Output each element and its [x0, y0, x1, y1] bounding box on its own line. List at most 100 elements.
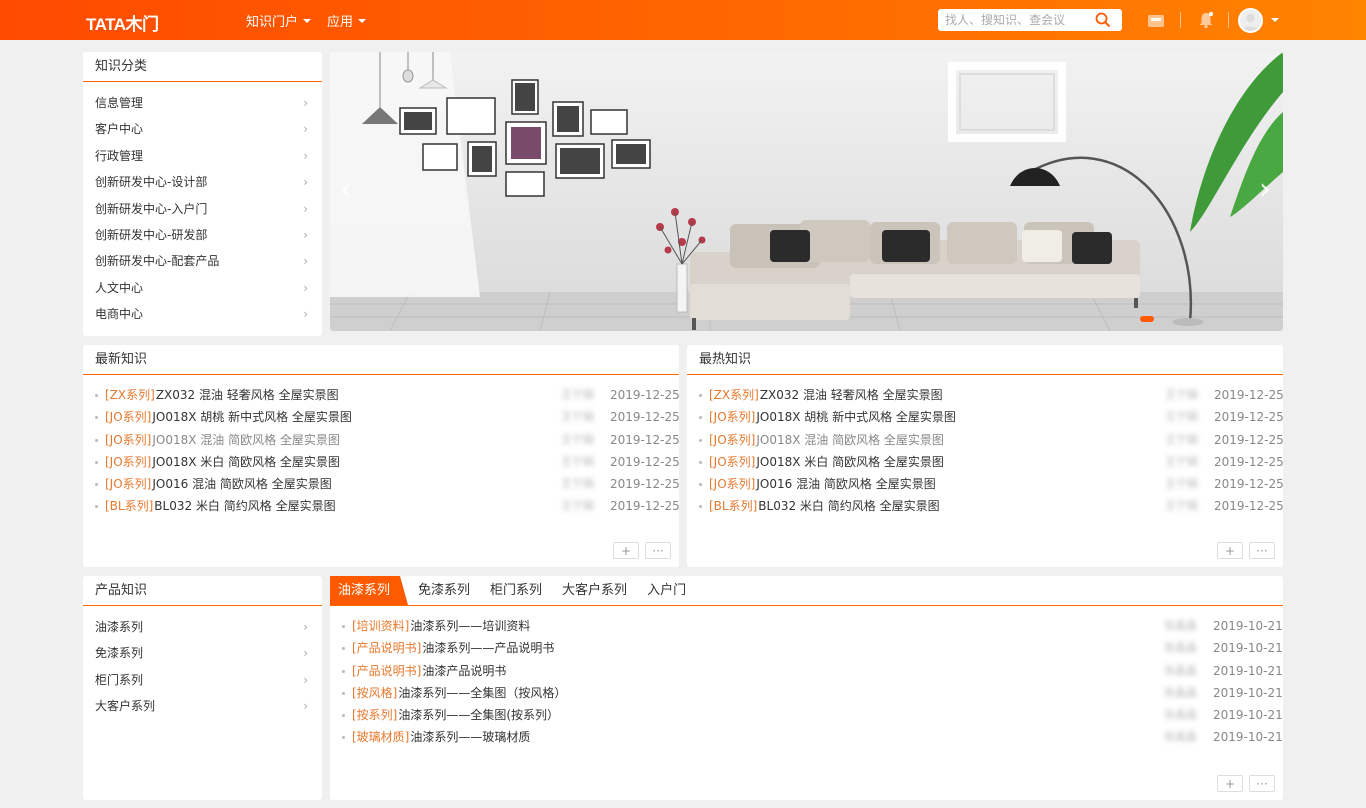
- item-tag[interactable]: [JO系列]: [105, 410, 151, 424]
- chevron-down-icon[interactable]: [1271, 18, 1279, 22]
- item-tag[interactable]: [产品说明书]: [352, 641, 421, 655]
- product-category-item[interactable]: 大客户系列 ›: [83, 693, 322, 719]
- banner-prev-arrow[interactable]: ‹: [340, 172, 352, 207]
- list-item[interactable]: [JO系列]JO016 混油 简欧风格 全屋实景图 王宁娟 2019-12-25: [95, 473, 680, 495]
- list-item[interactable]: [培训资料]油漆系列——培训资料 张晶晶 2019-10-21: [342, 615, 1283, 637]
- item-title[interactable]: 油漆产品说明书: [422, 664, 506, 678]
- nav-apps[interactable]: 应用: [327, 11, 367, 30]
- more-button[interactable]: ···: [645, 542, 671, 559]
- product-tabs-panel: 油漆系列 免漆系列 柜门系列 大客户系列 入户门 [培训资料]油漆系列——培训资料 张晶晶…: [330, 576, 1283, 800]
- add-button[interactable]: +: [613, 542, 639, 559]
- list-item[interactable]: [ZX系列]ZX032 混油 轻奢风格 全屋实景图 王宁娟 2019-12-25: [95, 384, 680, 406]
- item-title[interactable]: JO018X 胡桃 新中式风格 全屋实景图: [152, 410, 352, 424]
- list-item[interactable]: [JO系列]JO018X 胡桃 新中式风格 全屋实景图 王宁娟 2019-12-25: [95, 406, 680, 428]
- item-title[interactable]: 油漆系列——全集图（按风格）: [398, 686, 566, 700]
- product-category-item[interactable]: 免漆系列 ›: [83, 640, 322, 666]
- list-item[interactable]: [产品说明书]油漆系列——产品说明书 张晶晶 2019-10-21: [342, 637, 1283, 659]
- item-tag[interactable]: [JO系列]: [709, 455, 755, 469]
- list-item[interactable]: [JO系列]JO016 混油 简欧风格 全屋实景图 王宁娟 2019-12-25: [699, 473, 1284, 495]
- item-title[interactable]: JO018X 米白 简欧风格 全屋实景图: [756, 455, 944, 469]
- message-box-icon[interactable]: [1147, 11, 1165, 32]
- item-tag[interactable]: [ZX系列]: [709, 388, 759, 402]
- list-item[interactable]: [JO系列]JO018X 米白 简欧风格 全屋实景图 王宁娟 2019-12-25: [95, 451, 680, 473]
- item-date: 2019-12-25: [610, 410, 680, 425]
- panel-footer-actions: + ···: [1217, 542, 1275, 559]
- banner-next-arrow[interactable]: ›: [1259, 172, 1271, 207]
- more-button[interactable]: ···: [1249, 775, 1275, 792]
- category-item[interactable]: 行政管理 ›: [83, 143, 322, 169]
- tab-item[interactable]: 大客户系列: [554, 576, 635, 605]
- search-button[interactable]: [1088, 9, 1118, 31]
- item-title[interactable]: 油漆系列——培训资料: [410, 619, 530, 633]
- tab-item[interactable]: 柜门系列: [482, 576, 550, 605]
- item-title[interactable]: 油漆系列——全集图(按系列）: [398, 708, 559, 722]
- category-item[interactable]: 信息管理 ›: [83, 90, 322, 116]
- item-tag[interactable]: [JO系列]: [709, 410, 755, 424]
- item-title[interactable]: 油漆系列——玻璃材质: [410, 730, 530, 744]
- search-input[interactable]: [938, 10, 1088, 30]
- item-title[interactable]: JO018X 胡桃 新中式风格 全屋实景图: [756, 410, 956, 424]
- category-item[interactable]: 创新研发中心-入户门 ›: [83, 196, 322, 222]
- list-item[interactable]: [JO系列]JO018X 混油 简欧风格 全屋实景图 王宁娟 2019-12-25: [699, 429, 1284, 451]
- list-item[interactable]: [玻璃材质]油漆系列——玻璃材质 张晶晶 2019-10-21: [342, 726, 1283, 748]
- category-item[interactable]: 客户中心 ›: [83, 116, 322, 142]
- tab-item[interactable]: 油漆系列: [330, 576, 409, 605]
- avatar[interactable]: [1238, 8, 1263, 33]
- item-title[interactable]: JO018X 混油 简欧风格 全屋实景图: [152, 433, 340, 447]
- item-title[interactable]: JO016 混油 简欧风格 全屋实景图: [152, 477, 331, 491]
- list-item[interactable]: [ZX系列]ZX032 混油 轻奢风格 全屋实景图 王宁娟 2019-12-25: [699, 384, 1284, 406]
- item-tag[interactable]: [JO系列]: [709, 433, 755, 447]
- item-title[interactable]: BL032 米白 简约风格 全屋实景图: [758, 499, 939, 513]
- item-tag[interactable]: [BL系列]: [709, 499, 757, 513]
- product-category-item-label: 油漆系列: [95, 620, 144, 634]
- item-title[interactable]: JO018X 混油 简欧风格 全屋实景图: [756, 433, 944, 447]
- list-item[interactable]: [按风格]油漆系列——全集图（按风格） 张晶晶 2019-10-21: [342, 682, 1283, 704]
- nav-apps-label: 应用: [327, 15, 354, 30]
- category-item[interactable]: 创新研发中心-配套产品 ›: [83, 248, 322, 274]
- divider: [1180, 12, 1181, 28]
- bullet-icon: [699, 438, 702, 442]
- nav-knowledge-portal[interactable]: 知识门户: [246, 11, 312, 30]
- list-item[interactable]: [BL系列]BL032 米白 简约风格 全屋实景图 王宁娟 2019-12-25: [699, 495, 1284, 517]
- item-tag[interactable]: [产品说明书]: [352, 664, 421, 678]
- bell-icon[interactable]: [1197, 11, 1215, 32]
- item-tag[interactable]: [JO系列]: [105, 433, 151, 447]
- list-item[interactable]: [产品说明书]油漆产品说明书 张晶晶 2019-10-21: [342, 660, 1283, 682]
- item-tag[interactable]: [JO系列]: [709, 477, 755, 491]
- category-item[interactable]: 人文中心 ›: [83, 275, 322, 301]
- item-tag[interactable]: [玻璃材质]: [352, 730, 409, 744]
- item-tag[interactable]: [ZX系列]: [105, 388, 155, 402]
- item-title[interactable]: JO018X 米白 简欧风格 全屋实景图: [152, 455, 340, 469]
- tab-item[interactable]: 免漆系列: [410, 576, 478, 605]
- item-title[interactable]: JO016 混油 简欧风格 全屋实景图: [756, 477, 935, 491]
- item-title[interactable]: ZX032 混油 轻奢风格 全屋实景图: [156, 388, 339, 402]
- brand-logo[interactable]: TATA木门: [86, 10, 159, 35]
- category-item[interactable]: 创新研发中心-研发部 ›: [83, 222, 322, 248]
- list-item[interactable]: [按系列]油漆系列——全集图(按系列） 张晶晶 2019-10-21: [342, 704, 1283, 726]
- product-category-item[interactable]: 柜门系列 ›: [83, 667, 322, 693]
- tab-item[interactable]: 入户门: [639, 576, 694, 605]
- item-tag[interactable]: [按系列]: [352, 708, 397, 722]
- list-item[interactable]: [JO系列]JO018X 米白 简欧风格 全屋实景图 王宁娟 2019-12-25: [699, 451, 1284, 473]
- banner-indicator-dot[interactable]: [1140, 316, 1154, 322]
- add-button[interactable]: +: [1217, 542, 1243, 559]
- bullet-icon: [699, 460, 702, 464]
- banner-carousel[interactable]: ‹ ›: [330, 52, 1283, 331]
- product-category-item[interactable]: 油漆系列 ›: [83, 614, 322, 640]
- list-item[interactable]: [BL系列]BL032 米白 简约风格 全屋实景图 王宁娟 2019-12-25: [95, 495, 680, 517]
- item-tag[interactable]: [培训资料]: [352, 619, 409, 633]
- category-item[interactable]: 创新研发中心-设计部 ›: [83, 169, 322, 195]
- list-item[interactable]: [JO系列]JO018X 混油 简欧风格 全屋实景图 王宁娟 2019-12-25: [95, 429, 680, 451]
- item-title[interactable]: BL032 米白 简约风格 全屋实景图: [154, 499, 335, 513]
- item-tag[interactable]: [JO系列]: [105, 455, 151, 469]
- item-tag[interactable]: [按风格]: [352, 686, 397, 700]
- category-item[interactable]: 电商中心 ›: [83, 301, 322, 327]
- more-button[interactable]: ···: [1249, 542, 1275, 559]
- item-title[interactable]: ZX032 混油 轻奢风格 全屋实景图: [760, 388, 943, 402]
- item-tag[interactable]: [JO系列]: [105, 477, 151, 491]
- chevron-right-icon: ›: [303, 620, 308, 634]
- item-tag[interactable]: [BL系列]: [105, 499, 153, 513]
- add-button[interactable]: +: [1217, 775, 1243, 792]
- item-title[interactable]: 油漆系列——产品说明书: [422, 641, 554, 655]
- list-item[interactable]: [JO系列]JO018X 胡桃 新中式风格 全屋实景图 王宁娟 2019-12-25: [699, 406, 1284, 428]
